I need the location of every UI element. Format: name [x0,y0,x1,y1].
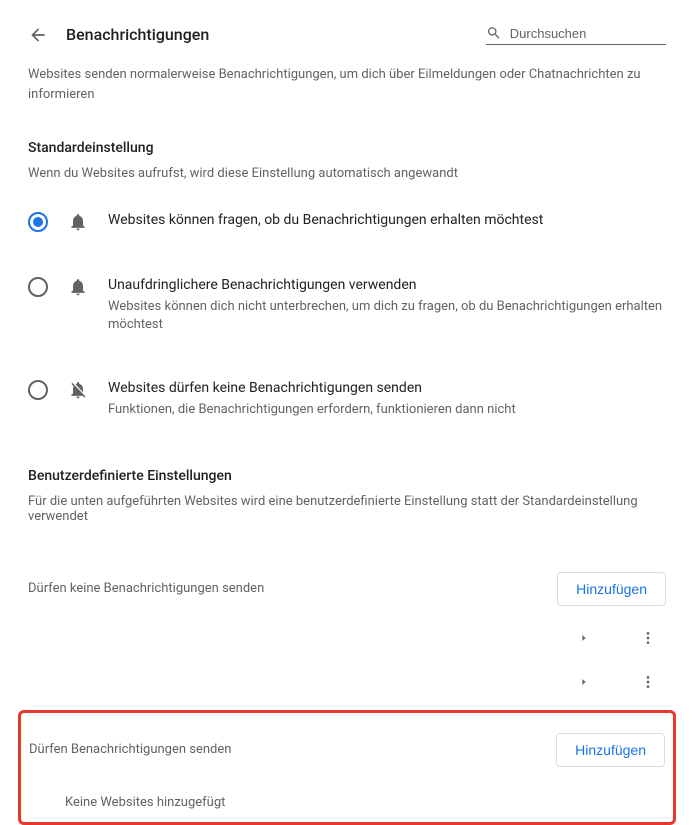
more-vert-icon [640,674,656,690]
custom-section-subtitle: Für die unten aufgeführten Websites wird… [28,494,666,524]
add-block-button[interactable]: Hinzufügen [557,572,666,606]
site-row [28,616,666,660]
radio-option-block[interactable]: Websites dürfen keine Benachrichtigungen… [28,367,666,431]
radio-option-ask[interactable]: Websites können fragen, ob du Benachrich… [28,199,666,244]
radio-label: Websites dürfen keine Benachrichtigungen… [108,379,666,399]
bell-icon [68,212,88,232]
arrow-left-icon [28,25,48,45]
chevron-right-icon [579,633,589,643]
block-list-title: Dürfen keine Benachrichtigungen senden [28,581,264,596]
search-field[interactable] [486,24,666,45]
chevron-right-icon [579,677,589,687]
site-menu-button[interactable] [636,626,660,650]
expand-arrow[interactable] [572,670,596,694]
site-row [28,660,666,704]
site-menu-button[interactable] [636,670,660,694]
intro-text: Websites senden normalerweise Benachrich… [28,65,666,104]
default-section-title: Standardeinstellung [28,140,666,156]
bell-icon [68,277,88,297]
search-input[interactable] [508,25,666,42]
radio-desc: Websites können dich nicht unterbrechen,… [108,298,666,336]
default-section-subtitle: Wenn du Websites aufrufst, wird diese Ei… [28,166,666,181]
block-list-header: Dürfen keine Benachrichtigungen senden H… [28,562,666,616]
radio-input[interactable] [28,212,48,232]
radio-option-quiet[interactable]: Unaufdringlichere Benachrichtigungen ver… [28,264,666,347]
more-vert-icon [640,630,656,646]
radio-desc: Funktionen, die Benachrichtigungen erfor… [108,401,666,420]
allow-section-highlight: Dürfen Benachrichtigungen senden Hinzufü… [18,710,676,825]
radio-input[interactable] [28,380,48,400]
search-icon [486,24,502,42]
radio-label: Websites können fragen, ob du Benachrich… [108,211,666,231]
page-title: Benachrichtigungen [66,25,209,44]
radio-input[interactable] [28,277,48,297]
page-header: Benachrichtigungen [28,16,666,65]
bell-off-icon [68,380,88,400]
add-allow-button[interactable]: Hinzufügen [556,733,665,767]
expand-arrow[interactable] [572,626,596,650]
allow-list-title: Dürfen Benachrichtigungen senden [29,742,231,757]
allow-list-empty: Keine Websites hinzugefügt [29,777,665,814]
radio-label: Unaufdringlichere Benachrichtigungen ver… [108,276,666,296]
custom-section-title: Benutzerdefinierte Einstellungen [28,468,666,484]
back-button[interactable] [28,25,48,45]
